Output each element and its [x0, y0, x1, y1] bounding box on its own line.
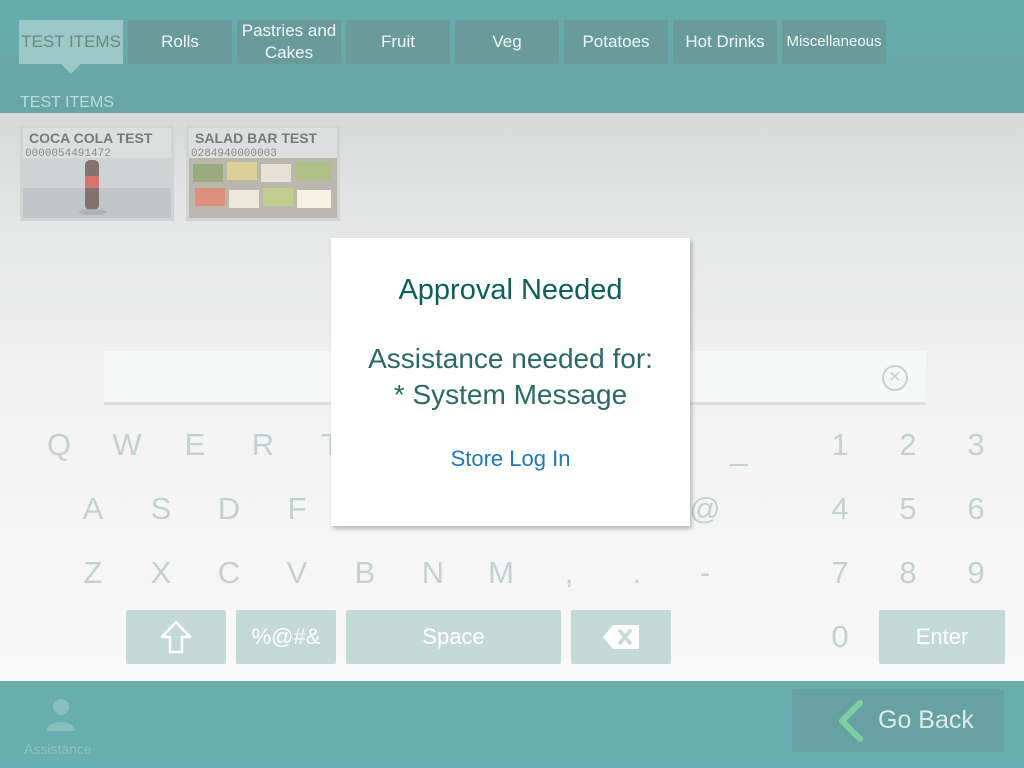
dialog-message: Assistance needed for: * System Message — [331, 341, 690, 413]
dialog-title: Approval Needed — [398, 274, 623, 306]
dialog-message-line-1: Assistance needed for: — [368, 343, 653, 374]
store-log-in-link[interactable]: Store Log In — [331, 446, 690, 472]
dialog-message-line-2: * System Message — [393, 379, 628, 410]
approval-dialog: Approval Needed Assistance needed for: *… — [331, 238, 690, 526]
